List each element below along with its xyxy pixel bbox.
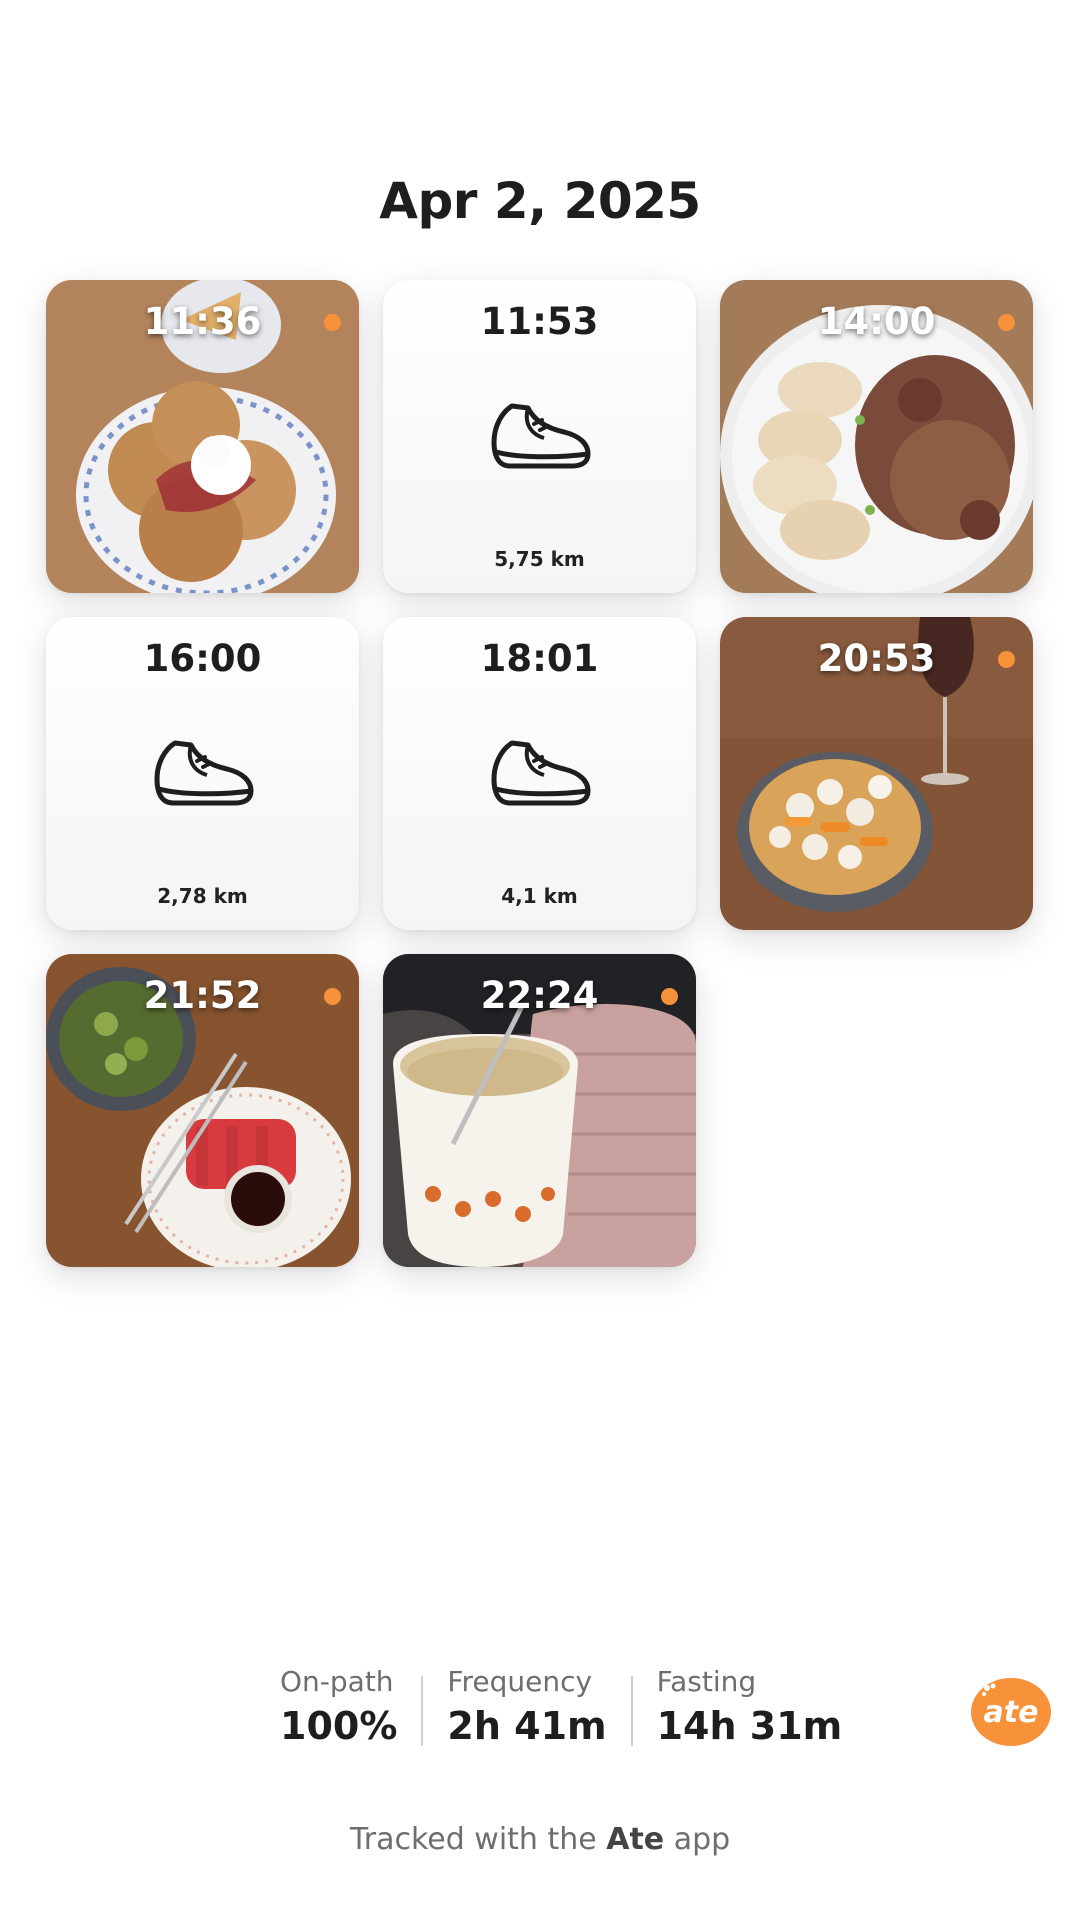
entry-time: 21:52 [143, 974, 262, 1017]
stat-label: On-path [280, 1665, 394, 1698]
stat-label: Fasting [656, 1665, 757, 1698]
date-title: Apr 2, 2025 [379, 172, 701, 230]
ate-logo: ate [971, 1678, 1051, 1746]
meal-grid: 11:36 11:53 5,75 km 14:00 16:00 2,78 km … [46, 280, 1036, 1267]
stat-fasting: Fasting 14h 31m [657, 1664, 843, 1752]
entry-time: 14:00 [817, 300, 936, 343]
entry-time: 16:00 [143, 637, 262, 680]
entry-tile[interactable]: 20:53 [720, 617, 1033, 930]
divider [421, 1676, 424, 1746]
stat-value: 2h 41m [447, 1704, 607, 1748]
meal-indicator-dot [324, 314, 341, 331]
meal-indicator-dot [998, 651, 1015, 668]
sneaker-icon [491, 403, 591, 469]
entry-tile[interactable]: 11:53 5,75 km [383, 280, 696, 593]
stat-on-path: On-path 100% [280, 1664, 397, 1752]
daily-stats: On-path 100% Frequency 2h 41m Fasting 14… [280, 1664, 842, 1748]
entry-tile[interactable]: 21:52 [46, 954, 359, 1267]
entry-tile[interactable]: 11:36 [46, 280, 359, 593]
entry-time: 18:01 [480, 637, 599, 680]
meal-indicator-dot [998, 314, 1015, 331]
meal-indicator-dot [324, 988, 341, 1005]
entry-tile[interactable]: 14:00 [720, 280, 1033, 593]
divider [630, 1676, 633, 1746]
distance-label: 2,78 km [157, 884, 248, 908]
ate-logo-mark: ate [982, 1683, 1039, 1730]
entry-time: 11:36 [143, 300, 262, 343]
stat-value: 100% [280, 1704, 398, 1748]
entry-tile[interactable]: 22:24 [383, 954, 696, 1267]
entry-tile[interactable]: 16:00 2,78 km [46, 617, 359, 930]
entry-tile[interactable]: 18:01 4,1 km [383, 617, 696, 930]
stat-value: 14h 31m [656, 1704, 843, 1748]
stat-label: Frequency [447, 1665, 593, 1698]
footer-suffix: app [673, 1822, 731, 1857]
entry-time: 11:53 [480, 300, 599, 343]
logo-text: ate [984, 1695, 1039, 1730]
stat-frequency: Frequency 2h 41m [447, 1664, 606, 1752]
sneaker-icon [491, 740, 591, 806]
footer-prefix: Tracked with the [349, 1822, 597, 1857]
distance-label: 4,1 km [501, 884, 578, 908]
meal-indicator-dot [661, 988, 678, 1005]
entry-time: 20:53 [817, 637, 936, 680]
entry-time: 22:24 [480, 974, 599, 1017]
sneaker-icon [154, 740, 254, 806]
distance-label: 5,75 km [494, 547, 585, 571]
footer-credit: Tracked with the Ate app [0, 1822, 1080, 1857]
footer-brand: Ate [606, 1822, 665, 1857]
